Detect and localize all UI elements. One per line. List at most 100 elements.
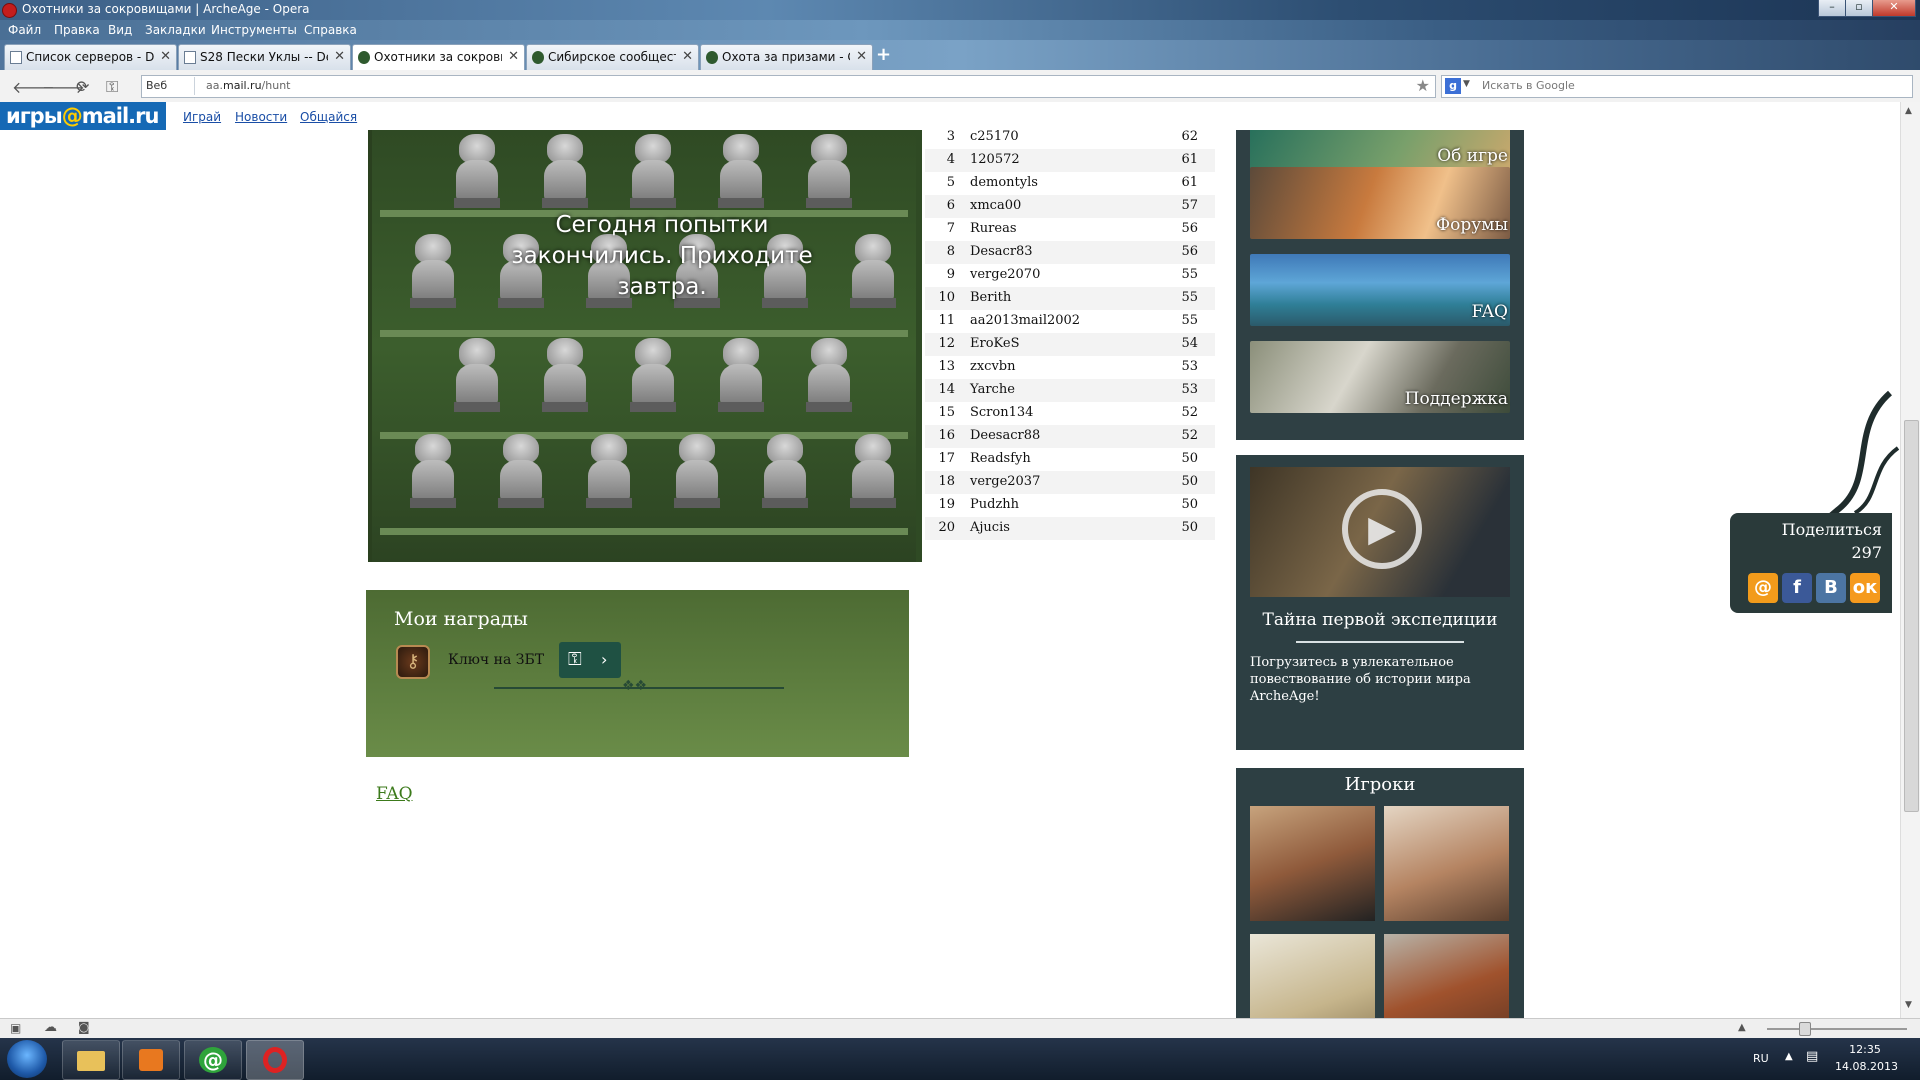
tab-close-icon[interactable]: ✕ (508, 49, 519, 64)
windows-taskbar: @ RU ▲ ▤ 12:35 14.08.2013 (0, 1038, 1920, 1080)
clock-date[interactable]: 14.08.2013 (1835, 1060, 1898, 1073)
url-text[interactable]: aa.mail.ru/hunt (206, 79, 290, 92)
language-indicator[interactable]: RU (1753, 1052, 1769, 1065)
tab-close-icon[interactable]: ✕ (682, 49, 693, 64)
lion-statue[interactable] (760, 434, 810, 508)
lion-statue[interactable] (584, 434, 634, 508)
lion-statue[interactable] (804, 338, 854, 412)
rating-rank: 11 (938, 313, 955, 328)
lion-statue[interactable] (672, 434, 722, 508)
lion-statue[interactable] (540, 338, 590, 412)
vertical-scrollbar[interactable]: ▲ ▼ (1900, 102, 1920, 1018)
player-avatar[interactable] (1250, 934, 1375, 1018)
tab-treasure-hunters[interactable]: Охотники за сокрови... ✕ (352, 44, 525, 72)
link-news[interactable]: Новости (235, 110, 287, 124)
window-title: Охотники за сокровищами | ArcheAge - Ope… (22, 2, 310, 16)
google-icon[interactable]: g (1445, 78, 1461, 94)
video-thumbnail[interactable]: ▶ (1250, 467, 1510, 597)
media-player-icon[interactable] (122, 1040, 180, 1080)
portal-bar: игры@mail.ru Играй Новости Общайся (0, 102, 1900, 130)
bookmark-star-icon[interactable]: ★ (1416, 76, 1430, 95)
network-icon[interactable]: ▤ (1806, 1049, 1818, 1064)
lion-statue[interactable] (408, 434, 458, 508)
mailru-share-icon[interactable]: @ (1748, 573, 1778, 603)
lion-statue[interactable] (452, 338, 502, 412)
tab-prize-hunt[interactable]: Охота за призами - Ст... ✕ (700, 44, 873, 71)
clock-time[interactable]: 12:35 (1835, 1043, 1895, 1056)
cloud-icon[interactable]: ☁ (44, 1020, 57, 1035)
opera-taskbar-icon[interactable] (246, 1040, 304, 1080)
tab-label: Охотники за сокрови... (374, 50, 502, 64)
lion-statue[interactable] (716, 338, 766, 412)
menu-tools[interactable]: Инструменты (211, 23, 297, 37)
facebook-share-icon[interactable]: f (1782, 573, 1812, 603)
lion-statue[interactable] (716, 134, 766, 208)
lion-statue[interactable] (628, 338, 678, 412)
link-play[interactable]: Играй (183, 110, 221, 124)
player-avatar[interactable] (1250, 806, 1375, 921)
lion-statue[interactable] (496, 434, 546, 508)
lion-statue[interactable] (408, 234, 458, 308)
games-mail-logo[interactable]: игры@mail.ru (0, 102, 166, 130)
reward-key-button[interactable]: ⚿ › (559, 642, 621, 678)
sidebar-item-faq[interactable]: FAQ (1250, 254, 1510, 326)
sidebar-item-support[interactable]: Поддержка (1250, 341, 1510, 413)
sidebar-item-forums[interactable]: Форумы (1250, 167, 1510, 239)
tab-server-list[interactable]: Список серверов - De... ✕ (4, 44, 177, 71)
link-communicate[interactable]: Общайся (300, 110, 357, 124)
menu-edit[interactable]: Правка (54, 23, 100, 37)
menu-help[interactable]: Справка (304, 23, 357, 37)
menu-view[interactable]: Вид (108, 23, 132, 37)
play-icon[interactable]: ▶ (1342, 489, 1422, 569)
new-tab-button[interactable]: + (876, 44, 891, 65)
url-field[interactable]: Веб aa.mail.ru/hunt ★ (141, 75, 1436, 98)
scroll-up-icon[interactable]: ▲ (1905, 106, 1912, 116)
tab-siberian[interactable]: Сибирское сообщест... ✕ (526, 44, 699, 71)
zoom-slider-thumb[interactable] (1799, 1022, 1811, 1036)
maximize-button[interactable]: ▫ (1845, 0, 1873, 17)
tab-close-icon[interactable]: ✕ (334, 49, 345, 64)
explorer-icon[interactable] (62, 1040, 120, 1080)
start-button[interactable] (7, 1040, 47, 1078)
lion-statue[interactable] (540, 134, 590, 208)
vk-share-icon[interactable]: В (1816, 573, 1846, 603)
zoom-slider[interactable] (1767, 1028, 1907, 1030)
rating-player-name: verge2070 (970, 267, 1041, 282)
menu-bar: Файл Правка Вид Закладки Инструменты Спр… (0, 20, 1920, 40)
lion-statue[interactable] (848, 434, 898, 508)
faq-link[interactable]: FAQ (376, 784, 413, 804)
player-avatar[interactable] (1384, 806, 1509, 921)
lion-statue[interactable] (848, 234, 898, 308)
rating-score: 61 (1181, 152, 1198, 167)
minimize-button[interactable]: – (1818, 0, 1846, 17)
lion-statue[interactable] (628, 134, 678, 208)
odnoklassniki-share-icon[interactable]: ок (1850, 573, 1880, 603)
lion-statue[interactable] (452, 134, 502, 208)
tab-close-icon[interactable]: ✕ (160, 49, 171, 64)
speed-dial-icon[interactable]: ◙ (78, 1020, 90, 1034)
close-window-button[interactable]: ✕ (1872, 0, 1916, 17)
lion-statue[interactable] (804, 134, 854, 208)
tab-close-icon[interactable]: ✕ (856, 49, 867, 64)
scroll-down-icon[interactable]: ▼ (1905, 1000, 1912, 1010)
key-reward-icon: ⚷ (396, 645, 430, 679)
scroll-thumb[interactable] (1904, 420, 1919, 812)
chevron-down-icon[interactable]: ▼ (1463, 79, 1470, 89)
panel-toggle-icon[interactable]: ▣ (10, 1021, 21, 1035)
sidebar-item-about[interactable]: Об игре (1250, 130, 1510, 170)
rating-row: 6 xmca00 57 (925, 195, 1215, 218)
player-avatar[interactable] (1384, 934, 1509, 1018)
search-field[interactable]: g ▼ Искать в Google (1441, 75, 1913, 98)
menu-file[interactable]: Файл (8, 23, 41, 37)
tray-expand-icon[interactable]: ▲ (1785, 1051, 1793, 1062)
rating-score: 62 (1181, 130, 1198, 144)
reload-icon[interactable]: ⟳ (76, 77, 89, 96)
mail-agent-icon[interactable]: @ (184, 1040, 242, 1080)
key-icon[interactable]: ⚿ (106, 77, 118, 97)
rating-score: 55 (1181, 290, 1198, 305)
menu-bookmarks[interactable]: Закладки (145, 23, 206, 37)
zoom-menu-icon[interactable]: ▲ (1738, 1022, 1746, 1033)
video-title: Тайна первой экспедиции (1262, 610, 1498, 630)
tab-bar: Список серверов - De... ✕ S28 Пески Уклы… (0, 40, 1920, 72)
tab-s28[interactable]: S28 Пески Уклы -- De... ✕ (178, 44, 351, 71)
